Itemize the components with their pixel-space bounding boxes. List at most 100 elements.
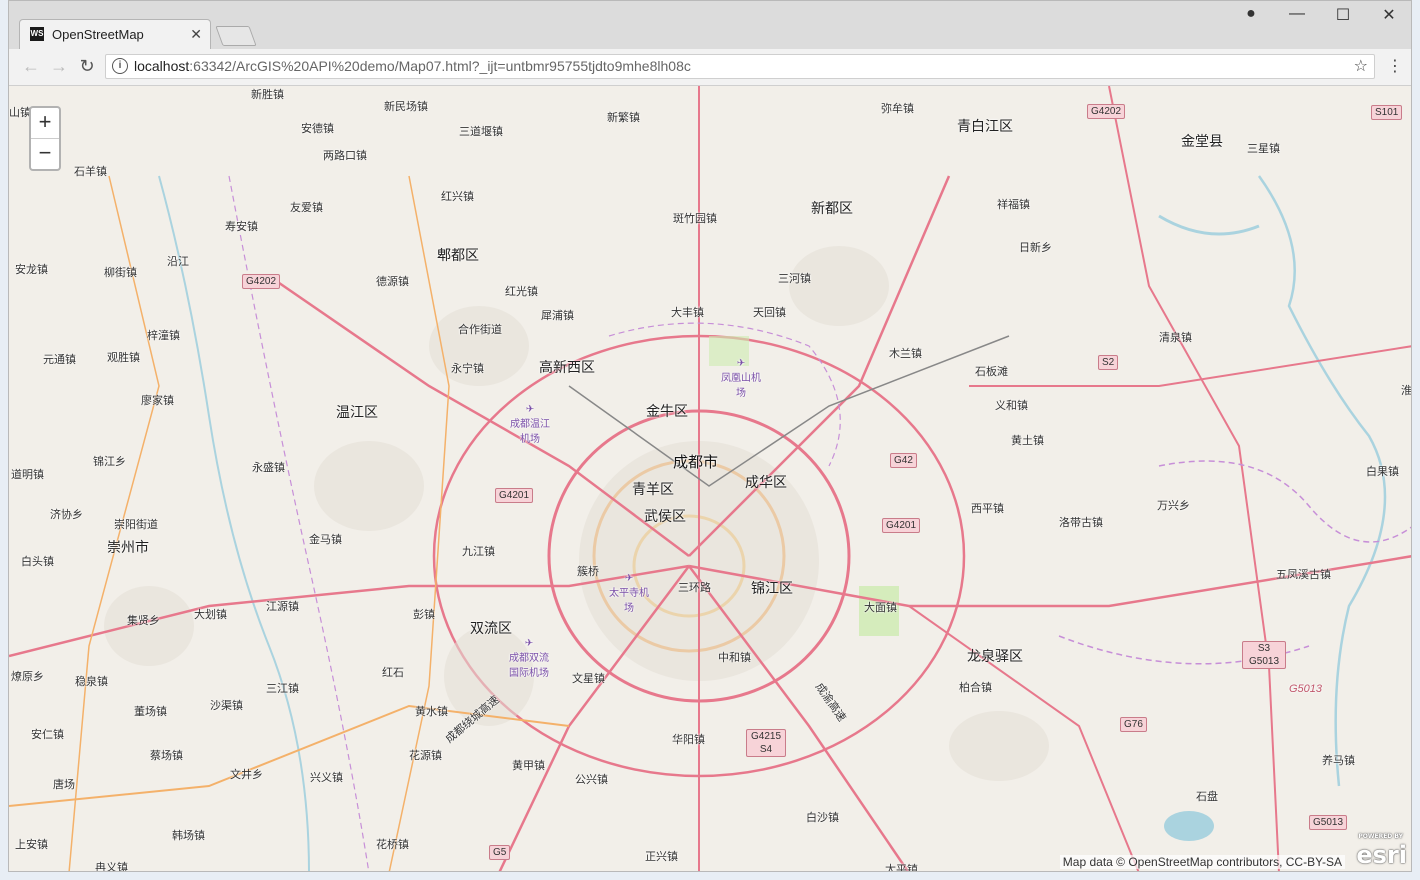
map-label-town: 簇桥 (577, 566, 599, 578)
map-label-town: 安仁镇 (31, 729, 64, 741)
airport-label: 成都温江 (510, 419, 550, 430)
highway-shield: G4202 (242, 274, 281, 289)
map-label-town: 永盛镇 (252, 462, 285, 474)
address-bar[interactable]: i localhost:63342/ArcGIS%20API%20demo/Ma… (105, 54, 1375, 79)
map-label-district: 高新西区 (539, 359, 595, 375)
tab-close-icon[interactable]: ✕ (190, 26, 202, 43)
airport-marker: ✈ 成都双流 国际机场 (509, 638, 549, 679)
map-label-road: 三环路 (678, 582, 711, 594)
map-label-district: 青羊区 (632, 481, 674, 497)
map-label-town: 柏合镇 (959, 682, 992, 694)
airport-label: 成都双流 (509, 653, 549, 664)
map-label-town: 大面镇 (864, 602, 897, 614)
airplane-icon: ✈ (624, 573, 634, 584)
map-label-district: 金堂县 (1181, 133, 1223, 149)
airport-marker: ✈ 凤凰山机场 (721, 358, 761, 399)
map-label-town: 白沙镇 (806, 812, 839, 824)
map-label-town: 公兴镇 (575, 774, 608, 786)
map-label-town: 淮 (1401, 385, 1412, 397)
highway-shield: S101 (1371, 105, 1403, 120)
map-label-district: 双流区 (470, 620, 512, 636)
map-label-town: 观胜镇 (107, 352, 140, 364)
new-tab-button[interactable] (215, 26, 257, 46)
webstorm-favicon-icon: WS (30, 27, 44, 41)
chrome-menu-icon[interactable]: ⋮ (1387, 56, 1403, 76)
tab-openstreetmap[interactable]: WS OpenStreetMap ✕ (19, 19, 211, 49)
map-label-town: 德源镇 (376, 276, 409, 288)
account-icon[interactable]: ● (1239, 5, 1263, 23)
esri-logo: POWERED BY esri (1356, 833, 1407, 869)
map-label-district: 新都区 (811, 200, 853, 216)
map-label-town: 养马镇 (1322, 755, 1355, 767)
map-label-town: 犀浦镇 (541, 310, 574, 322)
map-label-town: 上安镇 (15, 839, 48, 851)
map-label-district: 崇州市 (107, 539, 149, 555)
map-label-town: 太平镇 (885, 864, 918, 872)
zoom-out-button[interactable]: − (31, 139, 59, 169)
esri-logo-text: esri (1356, 841, 1407, 869)
map-label-district: 温江区 (336, 404, 378, 420)
map-label-town: 洛带古镇 (1059, 517, 1103, 529)
map-label-town: 金马镇 (309, 534, 342, 546)
map-label-town: 三道堰镇 (459, 126, 503, 138)
map-label-town: 石盘 (1196, 791, 1218, 803)
map-label-town: 道明镇 (11, 469, 44, 481)
zoom-in-button[interactable]: + (31, 108, 59, 139)
browser-window: WS OpenStreetMap ✕ ● — ☐ ✕ ← → ↻ i local… (8, 0, 1412, 872)
airplane-icon: ✈ (736, 358, 746, 369)
map-label-town: 董场镇 (134, 706, 167, 718)
highway-shield: G4202 (1087, 104, 1126, 119)
back-button[interactable]: ← (19, 56, 43, 77)
map-label-town: 燎原乡 (11, 671, 44, 683)
map-label-district: 金牛区 (646, 403, 688, 419)
reload-button[interactable]: ↻ (75, 56, 99, 77)
map-label-district: 青白江区 (957, 118, 1013, 134)
map-label-town: 黄甲镇 (512, 760, 545, 772)
airport-label: 机场 (520, 434, 540, 445)
map-label-town: 五凤溪古镇 (1276, 569, 1331, 581)
map-view[interactable]: 成都市 青白江区 新都区 郫都区 高新西区 金牛区 温江区 青羊区 成华区 武侯… (9, 86, 1412, 872)
map-label-town: 天回镇 (753, 307, 786, 319)
map-label-town: 石板滩 (975, 366, 1008, 378)
highway-shield: G76 (1120, 717, 1147, 732)
map-label-town: 白果镇 (1366, 466, 1399, 478)
map-label-town: 西平镇 (971, 503, 1004, 515)
info-icon[interactable]: i (112, 58, 128, 74)
maximize-button[interactable]: ☐ (1331, 5, 1355, 25)
map-label-town: 清泉镇 (1159, 332, 1192, 344)
highway-shield: S2 (1098, 355, 1119, 370)
airport-label: 太平寺机 (609, 588, 649, 599)
bookmark-star-icon[interactable]: ☆ (1354, 56, 1368, 76)
esri-powered-by: POWERED BY (1358, 833, 1403, 840)
map-label-town: 白头镇 (21, 556, 54, 568)
map-label-town: 唐场 (53, 779, 75, 791)
map-label-town: 三江镇 (266, 683, 299, 695)
map-label-town: 三河镇 (778, 273, 811, 285)
map-label-district: 龙泉驿区 (967, 648, 1023, 664)
map-label-town: 石羊镇 (74, 166, 107, 178)
map-label-town: 永宁镇 (451, 363, 484, 375)
address-url[interactable]: localhost:63342/ArcGIS%20API%20demo/Map0… (134, 58, 691, 74)
map-label-town: 新繁镇 (607, 112, 640, 124)
map-label-town: 崇阳街道 (114, 519, 158, 531)
map-label-town: 两路口镇 (323, 150, 367, 162)
highway-shield: G5013 (1309, 815, 1348, 830)
map-label-town: 中和镇 (718, 652, 751, 664)
desktop-background: WS OpenStreetMap ✕ ● — ☐ ✕ ← → ↻ i local… (0, 0, 1420, 880)
minimize-button[interactable]: — (1285, 5, 1309, 23)
forward-button[interactable]: → (47, 56, 71, 77)
airport-label: 场 (624, 603, 634, 614)
map-label-town: 义和镇 (995, 400, 1028, 412)
map-label-town: 兴义镇 (310, 772, 343, 784)
map-label-town: 红光镇 (505, 286, 538, 298)
map-label-town: 九江镇 (462, 546, 495, 558)
map-label-town: 韩场镇 (172, 830, 205, 842)
map-label-town: 元通镇 (43, 354, 76, 366)
airplane-icon: ✈ (524, 638, 534, 649)
map-label-district: 武侯区 (644, 508, 686, 524)
map-label-town: 正兴镇 (645, 851, 678, 863)
close-window-button[interactable]: ✕ (1377, 5, 1401, 25)
map-label-town: 锦江乡 (93, 456, 126, 468)
highway-shield: G4201 (882, 518, 921, 533)
map-tiles (9, 86, 1411, 871)
